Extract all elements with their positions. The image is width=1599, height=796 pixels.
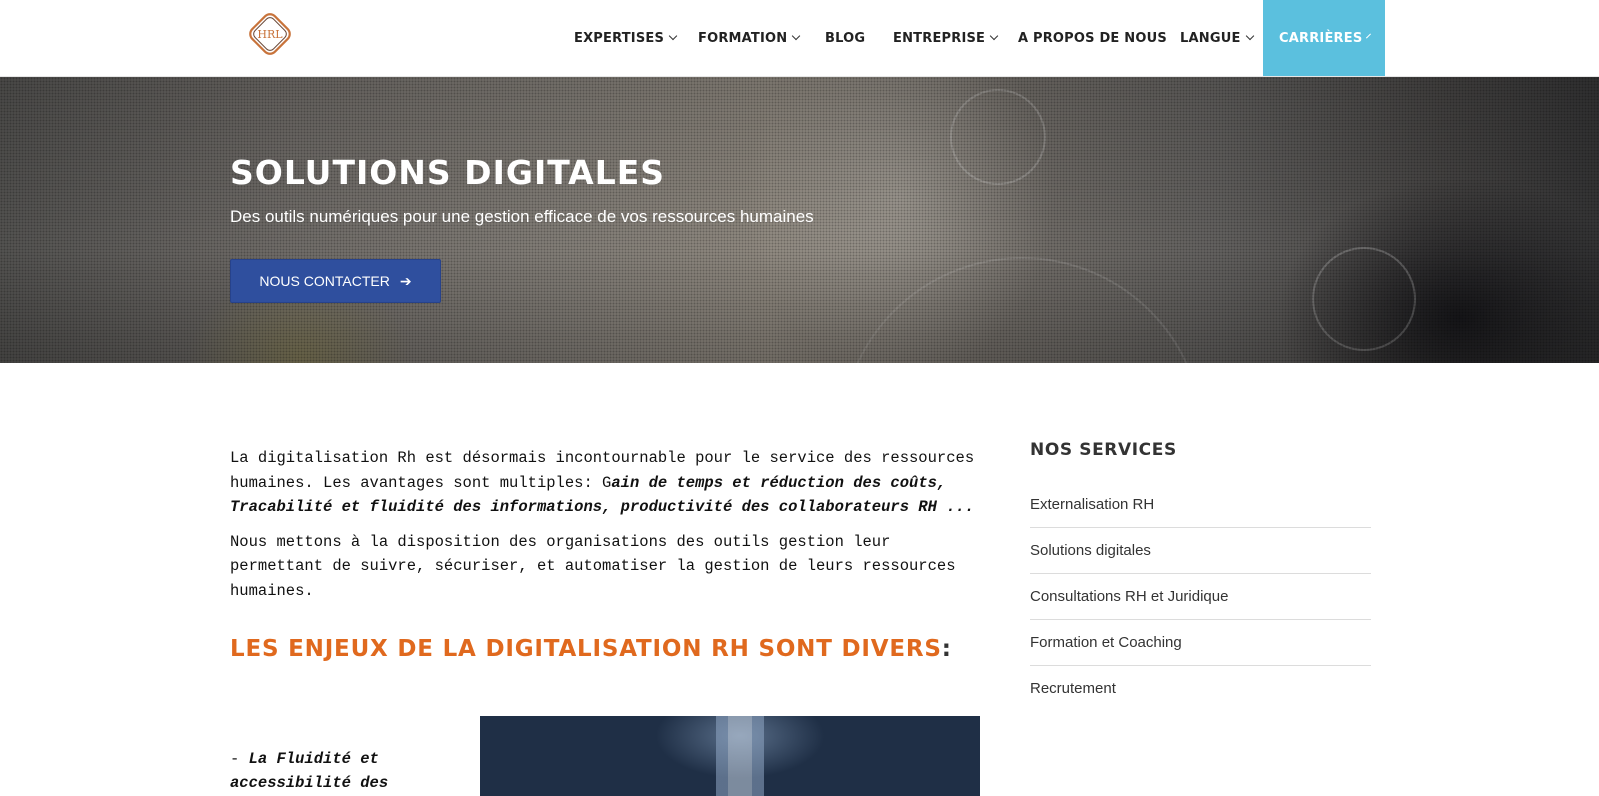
site-header: HRL EXPERTISES FORMATION BLOG ENTREPRISE… [0,0,1599,77]
sidebar-title: NOS SERVICES [1030,440,1177,460]
main-content: La digitalisation Rh est désormais incon… [230,446,980,613]
list-item: - La Fluidité et accessibilité des [230,747,430,795]
nav-formation[interactable]: FORMATION [698,0,801,76]
sidebar-item-label: Consultations RH et Juridique [1030,588,1229,605]
chevron-down-icon [989,31,999,41]
contact-button-label: NOUS CONTACTER [259,273,390,289]
hero-subtitle: Des outils numériques pour une gestion e… [230,207,814,226]
arrow-right-icon: ➔ [399,272,412,289]
section-heading: LES ENJEUX DE LA DIGITALISATION RH SONT … [230,636,952,662]
photo-detail [680,716,800,796]
sidebar-item-solutions-digitales[interactable]: Solutions digitales [1030,528,1371,574]
page-title: SOLUTIONS DIGITALES [230,153,666,192]
nav-label: ENTREPRISE [893,30,986,46]
intro-paragraph: La digitalisation Rh est désormais incon… [230,446,980,520]
nav-label: BLOG [825,30,866,46]
bullet-dash: - [230,750,249,768]
sidebar-item-label: Recrutement [1030,680,1116,697]
chevron-down-icon [792,31,801,41]
hero-banner: SOLUTIONS DIGITALES Des outils numérique… [0,77,1599,363]
offer-paragraph: Nous mettons à la disposition des organi… [230,532,956,600]
nav-entreprise[interactable]: ENTREPRISE [893,0,999,76]
nav-blog[interactable]: BLOG [825,0,865,76]
sidebar-item-recrutement[interactable]: Recrutement [1030,666,1371,711]
nav-label: CARRIÈRES [1279,30,1363,46]
svg-text:HRL: HRL [257,28,283,41]
sidebar-item-formation[interactable]: Formation et Coaching [1030,620,1371,666]
nav-label: FORMATION [698,30,788,46]
nav-label: LANGUE [1180,30,1241,46]
hrl-logo-icon[interactable]: HRL [246,10,294,58]
sidebar-item-externalisation[interactable]: Externalisation RH [1030,482,1371,528]
nav-label: EXPERTISES [574,30,665,46]
nav-langue[interactable]: LANGUE [1180,0,1254,76]
nav-a-propos[interactable]: A PROPOS DE NOUS [1018,0,1167,76]
sidebar-item-label: Formation et Coaching [1030,634,1182,651]
contact-button[interactable]: NOUS CONTACTER ➔ [230,259,441,303]
section-heading-colon: : [941,636,952,662]
services-sidebar: NOS SERVICES Externalisation RH Solution… [1030,440,1371,711]
chevron-down-icon [668,31,678,41]
chevron-down-icon [1245,31,1254,41]
nav-label: A PROPOS DE NOUS [1018,30,1167,46]
chevron-down-icon [1366,33,1372,39]
nav-carrieres-button[interactable]: CARRIÈRES [1263,0,1385,76]
sidebar-item-label: Solutions digitales [1030,542,1151,559]
businessman-photo [480,716,980,796]
nav-expertises[interactable]: EXPERTISES [574,0,678,76]
sidebar-item-consultations[interactable]: Consultations RH et Juridique [1030,574,1371,620]
section-heading-text: LES ENJEUX DE LA DIGITALISATION RH SONT … [230,636,942,662]
sidebar-item-label: Externalisation RH [1030,496,1155,513]
